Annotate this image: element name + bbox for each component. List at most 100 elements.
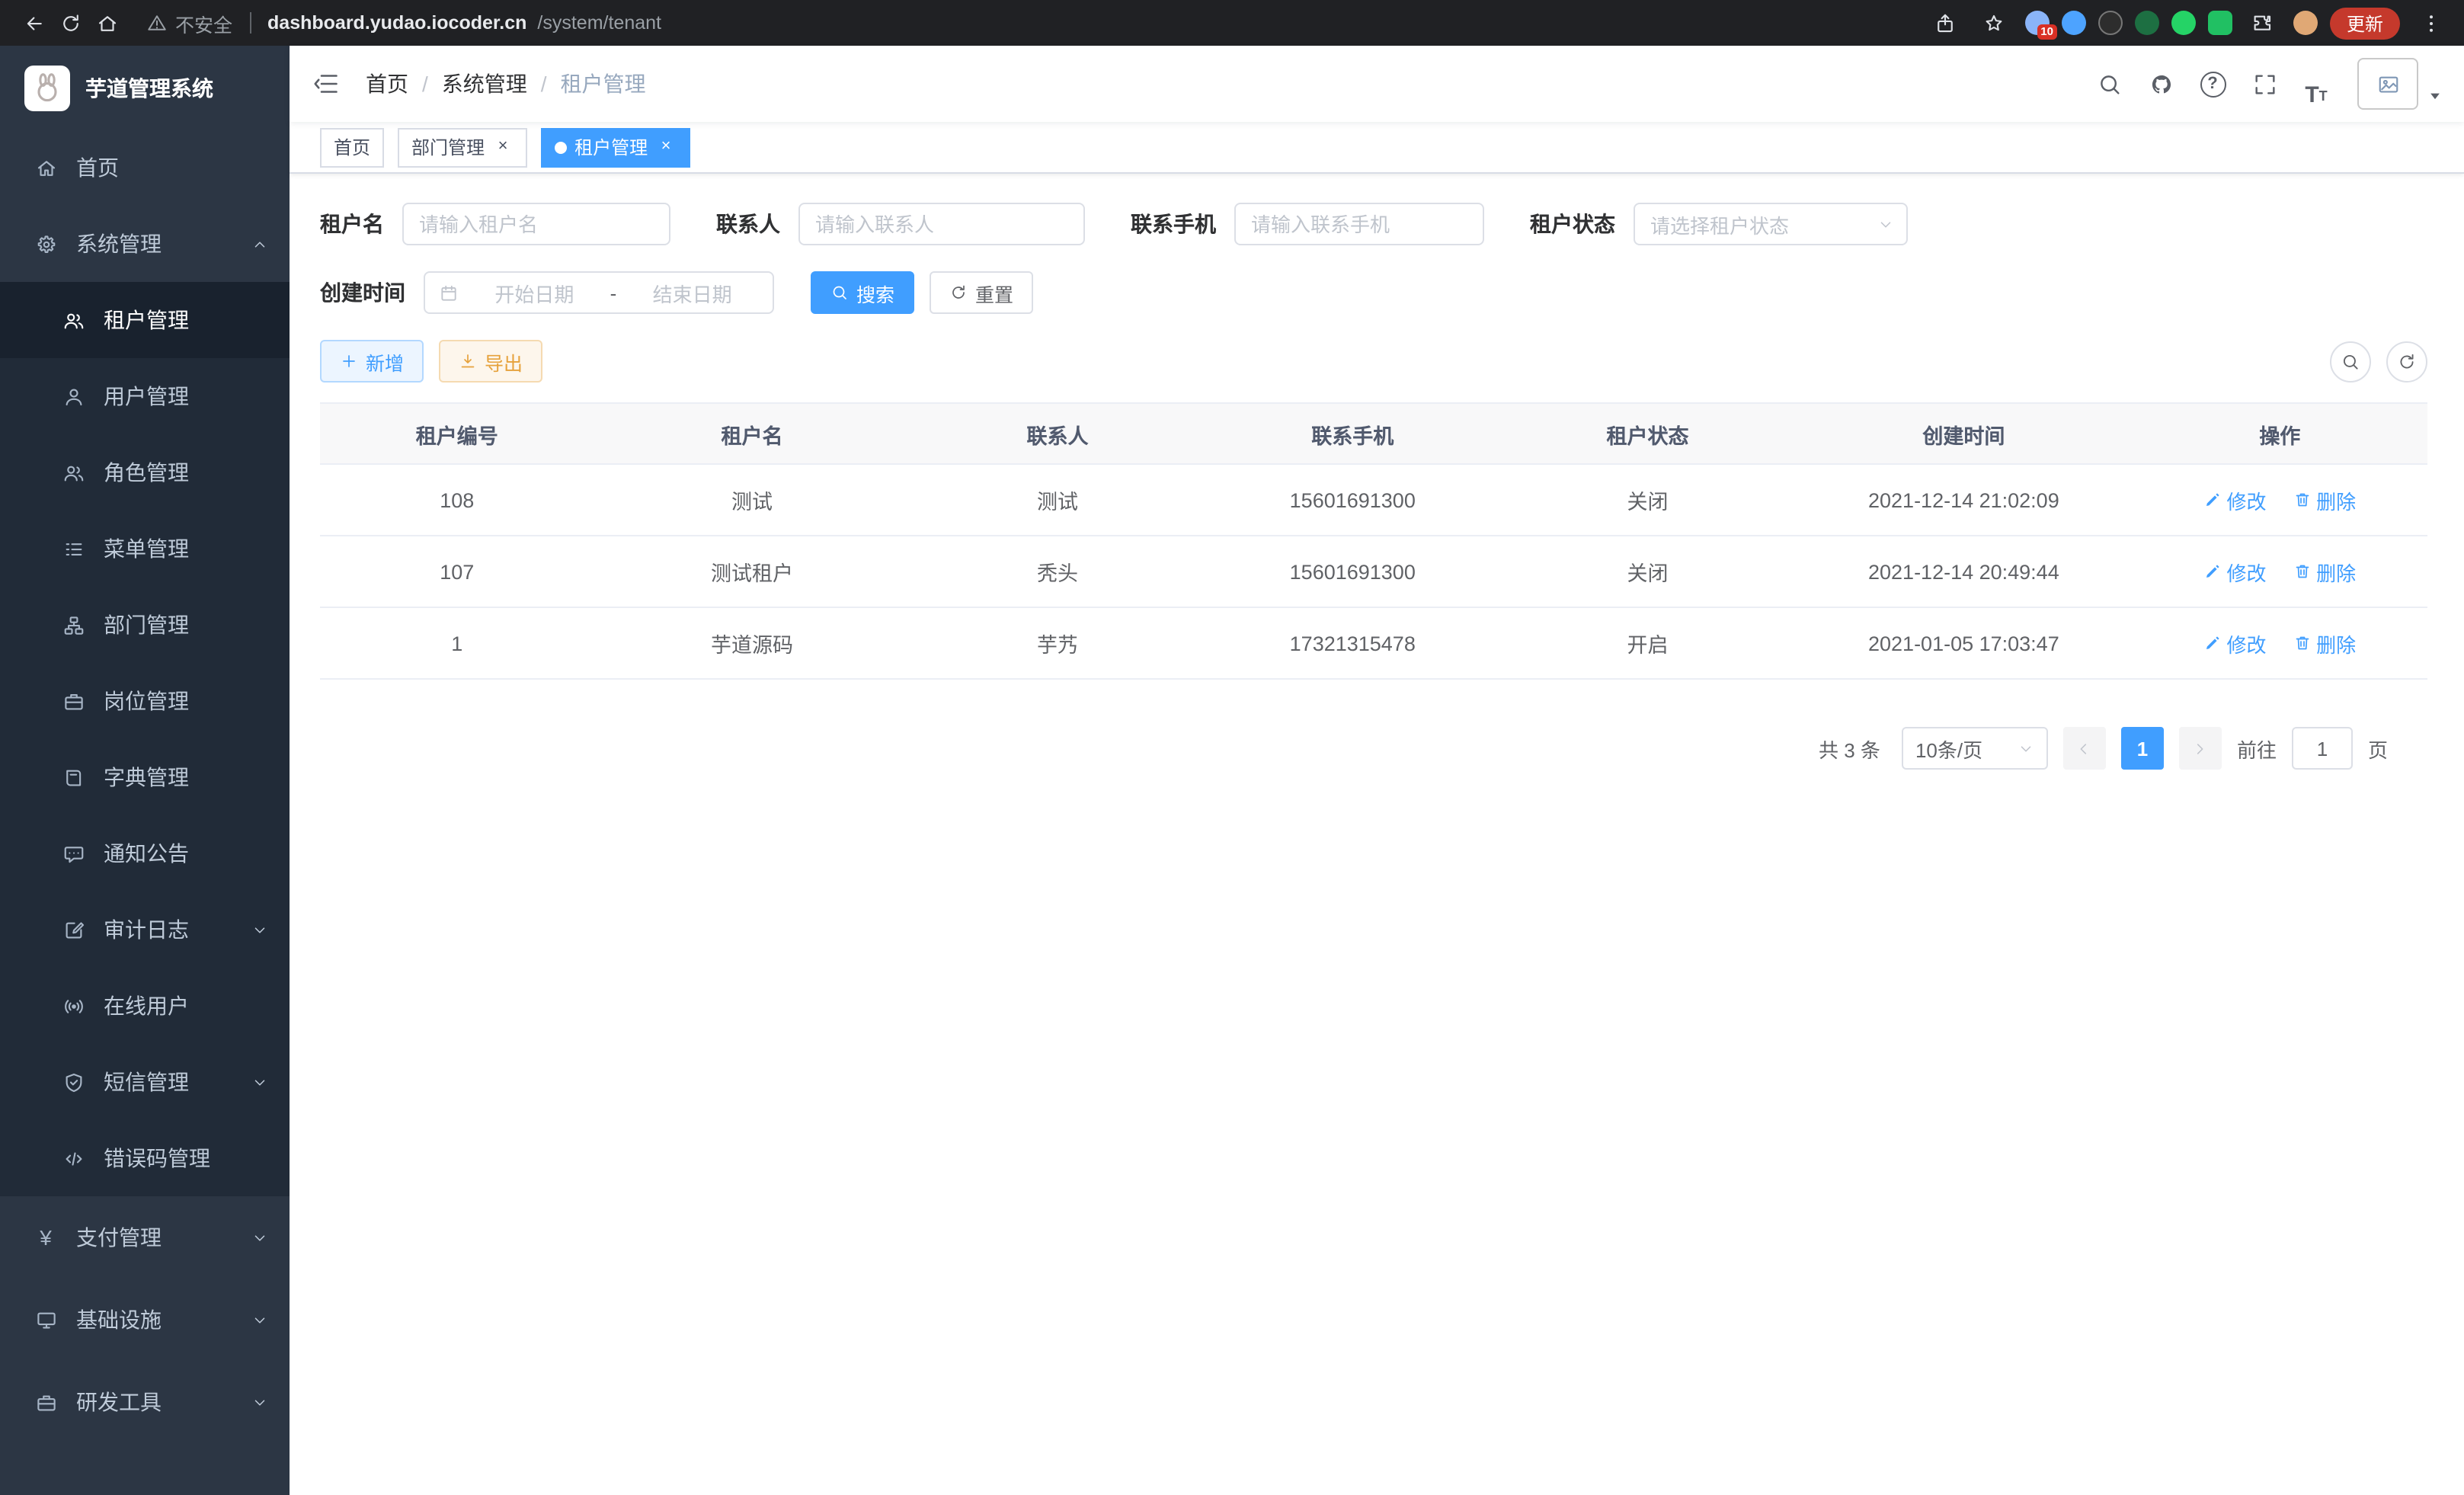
browser-menu-dots-icon[interactable] — [2412, 5, 2449, 41]
extensions-puzzle-icon[interactable] — [2245, 5, 2281, 41]
tag-department-management[interactable]: 部门管理 × — [398, 127, 527, 167]
sidebar-item-infrastructure[interactable]: 基础设施 — [0, 1279, 290, 1361]
edit-link[interactable]: 修改 — [2204, 629, 2267, 658]
profile-avatar-icon[interactable] — [2293, 11, 2318, 35]
help-icon[interactable]: ? — [2190, 61, 2235, 107]
chevron-down-icon — [251, 921, 268, 938]
delete-link[interactable]: 删除 — [2293, 485, 2356, 514]
column-header: 租户编号 — [320, 403, 594, 464]
breadcrumb-system[interactable]: 系统管理 — [442, 69, 527, 99]
sidebar-item-role-management[interactable]: 角色管理 — [0, 434, 290, 511]
export-button[interactable]: 导出 — [439, 340, 542, 383]
sidebar-item-sms-management[interactable]: 短信管理 — [0, 1044, 290, 1120]
search-button[interactable]: 搜索 — [811, 271, 914, 314]
extension-icon-darkgreen[interactable] — [2135, 11, 2159, 35]
home-icon[interactable] — [88, 5, 125, 41]
refresh-table-button[interactable] — [2386, 341, 2427, 382]
toggle-search-button[interactable] — [2330, 341, 2371, 382]
sidebar-item-label: 用户管理 — [104, 381, 189, 411]
goto-page-input[interactable] — [2292, 727, 2353, 770]
sidebar-item-post-management[interactable]: 岗位管理 — [0, 663, 290, 739]
filter-form-row-1: 租户名 联系人 联系手机 租户状态 请选择租户状态 — [320, 203, 2427, 245]
edit-link[interactable]: 修改 — [2204, 557, 2267, 586]
reset-button[interactable]: 重置 — [930, 271, 1033, 314]
toolbox-icon — [34, 1391, 58, 1413]
edit-pencil-icon — [2204, 491, 2222, 509]
sidebar-item-user-management[interactable]: 用户管理 — [0, 358, 290, 434]
extension-icon-blue[interactable] — [2062, 11, 2086, 35]
fullscreen-icon[interactable] — [2242, 61, 2287, 107]
refresh-icon[interactable] — [52, 5, 88, 41]
url-path[interactable]: /system/tenant — [537, 12, 661, 34]
avatar-caret-icon[interactable] — [2427, 88, 2443, 104]
font-size-icon[interactable]: TT — [2293, 61, 2339, 107]
url-host[interactable]: dashboard.yudao.iocoder.cn — [267, 12, 526, 34]
app-logo[interactable]: 芋道管理系统 — [0, 46, 290, 130]
security-warning[interactable]: 不安全 — [146, 8, 232, 37]
sidebar-item-home[interactable]: 首页 — [0, 130, 290, 206]
tag-close-icon[interactable]: × — [492, 136, 514, 158]
browser-update-button[interactable]: 更新 — [2330, 7, 2400, 39]
github-icon[interactable] — [2138, 61, 2184, 107]
roles-users-icon — [61, 461, 85, 484]
export-button-label: 导出 — [485, 347, 523, 376]
sidebar-item-label: 在线用户 — [104, 991, 189, 1021]
breadcrumb: 首页 / 系统管理 / 租户管理 — [366, 69, 646, 99]
extension-icon-green-circle[interactable] — [2171, 11, 2196, 35]
cell-tenant-name: 测试租户 — [594, 536, 910, 607]
tenant-name-input[interactable] — [402, 203, 670, 245]
prev-page-button[interactable] — [2063, 727, 2106, 770]
sidebar-collapse-icon[interactable] — [290, 46, 363, 122]
sidebar-item-system-management[interactable]: 系统管理 — [0, 206, 290, 282]
extension-icon-badged[interactable]: 10 — [2025, 11, 2050, 35]
sidebar-item-menu-management[interactable]: 菜单管理 — [0, 511, 290, 587]
bookmark-star-icon[interactable] — [1976, 5, 2013, 41]
search-icon[interactable] — [2086, 61, 2132, 107]
cell-operations: 修改 删除 — [2133, 536, 2427, 607]
breadcrumb-home[interactable]: 首页 — [366, 69, 408, 99]
avatar[interactable] — [2357, 58, 2418, 110]
yen-icon: ¥ — [34, 1227, 58, 1248]
share-icon[interactable] — [1928, 5, 1964, 41]
delete-link[interactable]: 删除 — [2293, 557, 2356, 586]
extension-icon-green-square[interactable] — [2208, 11, 2232, 35]
page-size-select[interactable]: 10条/页 — [1902, 727, 2048, 770]
trash-icon — [2293, 562, 2312, 581]
sidebar-item-tenant-management[interactable]: 租户管理 — [0, 282, 290, 358]
extension-icon-dark[interactable] — [2098, 11, 2123, 35]
address-bar[interactable]: 不安全 dashboard.yudao.iocoder.cn/system/te… — [146, 8, 1928, 37]
sidebar-item-online-users[interactable]: 在线用户 — [0, 968, 290, 1044]
tag-close-icon[interactable]: × — [655, 136, 677, 158]
plus-icon — [340, 352, 358, 370]
sidebar-item-devtools[interactable]: 研发工具 — [0, 1361, 290, 1443]
add-button[interactable]: 新增 — [320, 340, 424, 383]
date-start-placeholder: 开始日期 — [468, 278, 601, 307]
sidebar-item-error-code-management[interactable]: 错误码管理 — [0, 1120, 290, 1196]
delete-link[interactable]: 删除 — [2293, 629, 2356, 658]
download-icon — [459, 352, 477, 370]
next-page-button[interactable] — [2179, 727, 2222, 770]
sidebar-item-audit-log[interactable]: 审计日志 — [0, 892, 290, 968]
sidebar-item-dictionary-management[interactable]: 字典管理 — [0, 739, 290, 815]
tag-home[interactable]: 首页 — [320, 127, 384, 167]
back-icon[interactable] — [15, 5, 52, 41]
sidebar-item-announcement[interactable]: 通知公告 — [0, 815, 290, 892]
calendar-icon — [439, 283, 459, 303]
sidebar-item-payment-management[interactable]: ¥ 支付管理 — [0, 1196, 290, 1279]
sidebar-item-department-management[interactable]: 部门管理 — [0, 587, 290, 663]
status-select[interactable]: 请选择租户状态 — [1634, 203, 1908, 245]
date-end-placeholder: 结束日期 — [626, 278, 759, 307]
edit-link[interactable]: 修改 — [2204, 485, 2267, 514]
chevron-down-icon — [1877, 216, 1894, 232]
dictionary-book-icon — [61, 766, 85, 789]
warning-icon — [146, 12, 168, 34]
date-range-picker[interactable]: 开始日期 - 结束日期 — [424, 271, 774, 314]
contact-input[interactable] — [798, 203, 1085, 245]
page-number-1[interactable]: 1 — [2121, 727, 2164, 770]
mobile-input[interactable] — [1234, 203, 1484, 245]
breadcrumb-current: 租户管理 — [561, 69, 646, 99]
column-header: 联系人 — [910, 403, 1205, 464]
address-divider — [249, 12, 251, 34]
tag-tenant-management[interactable]: 租户管理 × — [541, 127, 690, 167]
home-icon — [34, 156, 58, 179]
